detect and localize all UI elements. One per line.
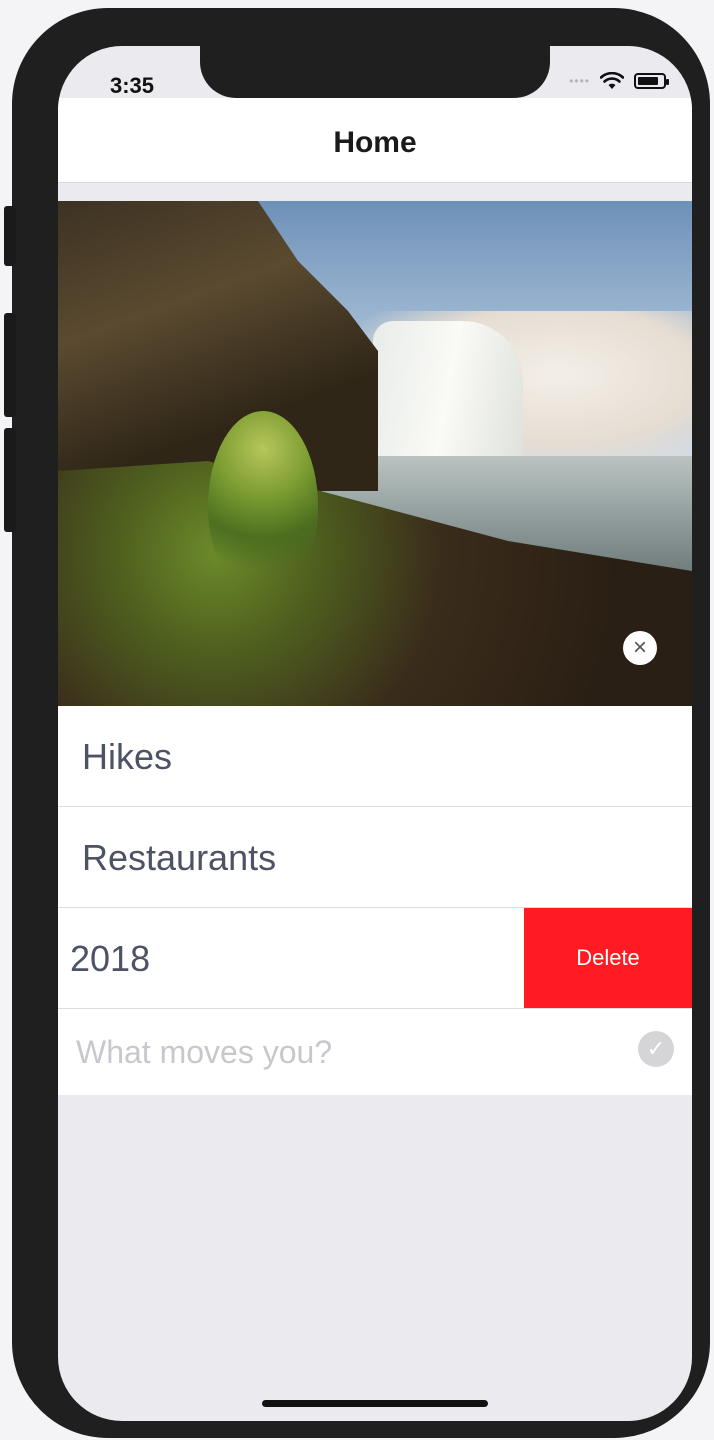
new-item-input[interactable]: [74, 1031, 618, 1073]
hero-image: [58, 201, 692, 706]
volume-down-button: [4, 428, 16, 532]
page-title: Home: [333, 126, 417, 159]
status-icons: ••••: [569, 72, 669, 90]
notch: [200, 46, 550, 98]
list-item-swiped[interactable]: l 2018 Delete: [58, 908, 692, 1009]
mute-switch: [4, 206, 16, 266]
phone-frame: 3:35 •••• Home × Hikes Restaurants l 201…: [4, 8, 710, 1438]
list-item[interactable]: Hikes: [58, 706, 692, 807]
list-item[interactable]: Restaurants: [58, 807, 692, 908]
plant: [208, 411, 318, 601]
delete-button[interactable]: Delete: [524, 908, 692, 1008]
submit-button[interactable]: ✓: [638, 1031, 674, 1067]
battery-icon: [634, 73, 669, 89]
composer: ✓: [58, 1009, 692, 1095]
list-item-label: Hikes: [82, 736, 173, 777]
checkmark-icon: ✓: [646, 1036, 666, 1061]
status-time: 3:35: [110, 73, 155, 98]
list: Hikes Restaurants l 2018 Delete ✓: [58, 706, 692, 1095]
wifi-icon: [600, 72, 624, 89]
volume-up-button: [4, 313, 16, 417]
navigation-bar: Home: [58, 98, 692, 183]
screen: 3:35 •••• Home × Hikes Restaurants l 201…: [58, 46, 692, 1421]
remove-image-button[interactable]: ×: [623, 631, 657, 665]
signal-dots-icon: ••••: [569, 74, 590, 88]
list-item-label: Restaurants: [82, 837, 277, 878]
home-indicator[interactable]: [262, 1400, 488, 1407]
waterfall: [373, 321, 523, 461]
close-icon: ×: [632, 634, 647, 661]
list-item-label: l 2018: [58, 938, 151, 979]
